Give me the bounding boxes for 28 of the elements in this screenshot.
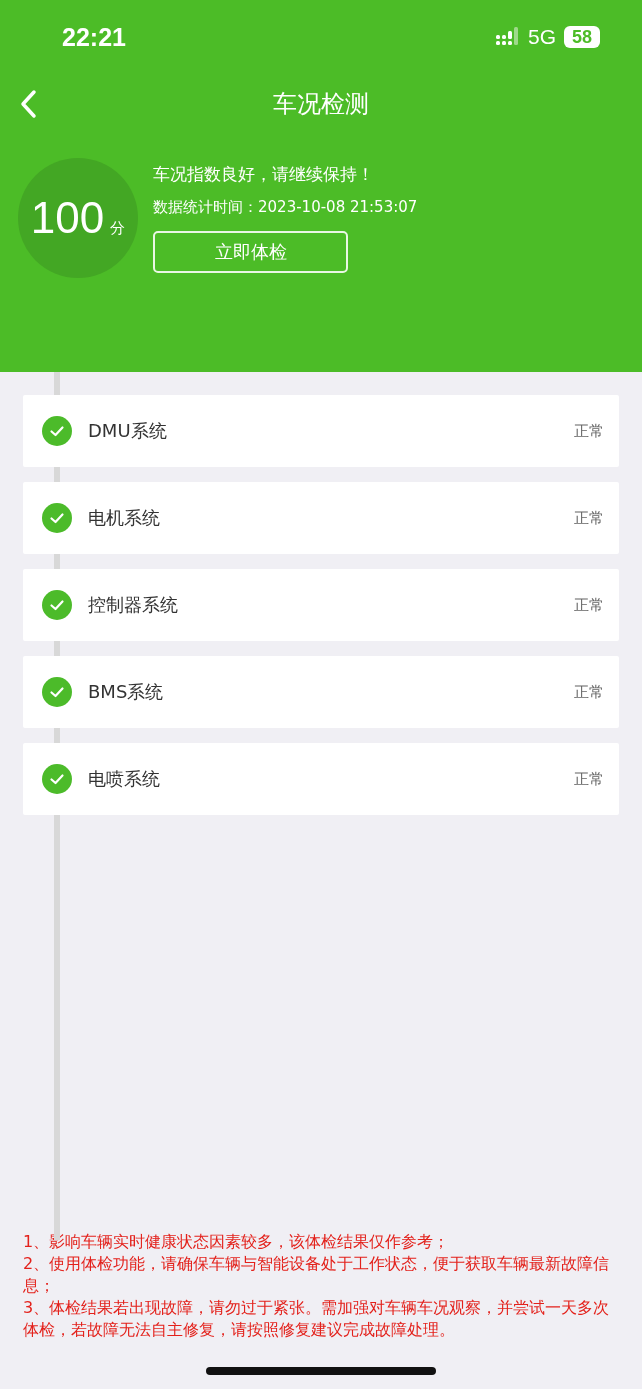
- system-name: 电机系统: [88, 506, 161, 530]
- system-card[interactable]: 控制器系统 正常: [23, 569, 619, 641]
- time-label: 数据统计时间：: [153, 198, 258, 217]
- back-icon[interactable]: [19, 89, 37, 119]
- score-value: 100: [30, 196, 105, 240]
- system-name: DMU系统: [88, 419, 168, 443]
- status-time: 22:21: [62, 22, 126, 52]
- note-text: 3、体检结果若出现故障，请勿过于紧张。需加强对车辆车况观察，并尝试一天多次体检，若故障无法自主修复，请按照修复建议完成故障处理。: [23, 1297, 611, 1341]
- battery-level: 58: [563, 26, 600, 48]
- system-status: 正常: [574, 682, 604, 702]
- page-title: 车况检测: [273, 89, 369, 120]
- signal-icon: [495, 27, 520, 47]
- system-name: BMS系统: [88, 680, 165, 704]
- system-status: 正常: [574, 421, 604, 441]
- stat-time: 2023-10-08 21:53:07: [258, 198, 418, 217]
- system-status: 正常: [574, 769, 604, 789]
- system-card[interactable]: DMU系统 正常: [23, 395, 619, 467]
- system-status: 正常: [574, 508, 604, 528]
- network-label: 5G: [527, 25, 556, 49]
- status-message: 车况指数良好，请继续保持！: [153, 163, 375, 186]
- system-card[interactable]: 电喷系统 正常: [23, 743, 619, 815]
- score-unit: 分: [110, 219, 126, 238]
- system-status: 正常: [574, 595, 604, 615]
- system-name: 控制器系统: [88, 593, 179, 617]
- system-card[interactable]: 电机系统 正常: [23, 482, 619, 554]
- system-card[interactable]: BMS系统 正常: [23, 656, 619, 728]
- note-text: 2、使用体检功能，请确保车辆与智能设备处于工作状态，便于获取车辆最新故障信息；: [23, 1253, 611, 1297]
- system-name: 电喷系统: [88, 767, 161, 791]
